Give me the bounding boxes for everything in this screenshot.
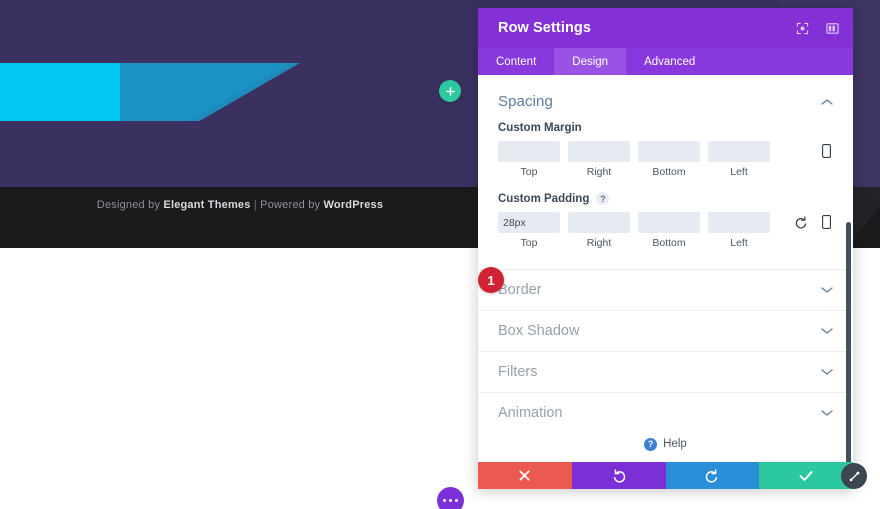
padding-top-sublabel: Top [520, 237, 538, 249]
modal-header: Row Settings [478, 8, 853, 48]
redo-button[interactable] [665, 462, 760, 489]
dot-icon [442, 498, 447, 503]
padding-right-sublabel: Right [586, 237, 612, 249]
padding-left-input[interactable] [708, 212, 770, 233]
padding-bottom-input[interactable] [638, 212, 700, 233]
chevron-up-icon[interactable] [821, 96, 833, 108]
hero-shape-rect [0, 63, 120, 121]
chevron-down-icon[interactable] [821, 284, 833, 296]
chevron-down-icon[interactable] [821, 407, 833, 419]
step-badge-1: 1 [478, 267, 504, 293]
footer-credit-separator: | [250, 199, 261, 211]
accordion-box-shadow-label: Box Shadow [498, 323, 580, 339]
dot-icon [454, 498, 459, 503]
undo-icon [613, 468, 625, 483]
padding-bottom-wrap: Bottom [638, 212, 700, 249]
save-button[interactable] [759, 462, 853, 489]
screen-root: Designed by Elegant Themes | Powered by … [0, 0, 880, 509]
custom-padding-label-row: Custom Padding ? [498, 192, 833, 205]
padding-left-wrap: Left [708, 212, 770, 249]
undo-button[interactable] [571, 462, 666, 489]
padding-top-wrap: Top [498, 212, 560, 249]
margin-right-sublabel: Right [586, 166, 612, 178]
tab-content[interactable]: Content [478, 48, 554, 75]
spacing-section-title: Spacing [498, 93, 553, 110]
margin-left-wrap: Left [708, 141, 770, 178]
footer-credit-middle: Powered by [260, 199, 324, 211]
accordion-border-label: Border [498, 282, 542, 298]
custom-margin-label-row: Custom Margin [498, 122, 833, 134]
accordion-filters-label: Filters [498, 364, 538, 380]
modal-title: Row Settings [498, 20, 592, 36]
footer-credit-brand[interactable]: Elegant Themes [163, 199, 250, 211]
settings-scroll-area: Spacing Custom Margin Top Right Bottom L… [478, 75, 853, 462]
modal-header-actions [795, 21, 839, 35]
margin-right-wrap: Right [568, 141, 630, 178]
chevron-down-icon[interactable] [821, 366, 833, 378]
layout-columns-icon[interactable] [825, 21, 839, 35]
margin-top-wrap: Top [498, 141, 560, 178]
custom-margin-tools [819, 141, 833, 158]
resize-diagonal-icon [849, 471, 859, 481]
help-question-icon[interactable]: ? [596, 192, 610, 205]
modal-action-bar [478, 462, 853, 489]
custom-padding-group: Custom Padding ? Top Right [478, 180, 853, 251]
modal-tabs: Content Design Advanced [478, 48, 853, 75]
add-row-button[interactable] [439, 80, 461, 102]
close-icon [519, 470, 530, 481]
accordion-animation-label: Animation [498, 405, 563, 421]
custom-padding-label: Custom Padding [498, 192, 590, 205]
margin-top-sublabel: Top [520, 166, 538, 178]
custom-padding-inputs: Top Right Bottom Left [498, 212, 833, 249]
responsive-icon[interactable] [819, 215, 833, 229]
footer-credit-prefix: Designed by [96, 199, 164, 211]
tab-design[interactable]: Design [554, 48, 627, 75]
panel-scrollbar[interactable] [846, 222, 851, 462]
margin-left-input[interactable] [708, 141, 770, 162]
page-settings-button[interactable] [437, 487, 464, 509]
margin-right-input[interactable] [568, 141, 630, 162]
dot-icon [448, 498, 453, 503]
help-row: ? Help [478, 426, 853, 462]
accordion-box-shadow[interactable]: Box Shadow [478, 310, 853, 351]
discard-button[interactable] [478, 462, 572, 489]
margin-top-input[interactable] [498, 141, 560, 162]
modal-body: Spacing Custom Margin Top Right Bottom L… [478, 75, 853, 462]
check-icon [799, 470, 813, 481]
help-link[interactable]: Help [663, 438, 687, 450]
padding-right-input[interactable] [568, 212, 630, 233]
spacing-section-header[interactable]: Spacing [478, 75, 853, 116]
footer-credit: Designed by Elegant Themes | Powered by … [0, 199, 480, 211]
padding-right-wrap: Right [568, 212, 630, 249]
footer-credit-brand2[interactable]: WordPress [324, 199, 384, 211]
accordion-border[interactable]: Border [478, 269, 853, 310]
padding-left-sublabel: Left [730, 237, 748, 249]
responsive-icon[interactable] [819, 144, 833, 158]
resize-handle[interactable] [841, 463, 867, 489]
custom-margin-inputs: Top Right Bottom Left [498, 141, 833, 178]
padding-top-input[interactable] [498, 212, 560, 233]
margin-bottom-sublabel: Bottom [652, 166, 686, 178]
margin-bottom-wrap: Bottom [638, 141, 700, 178]
reset-icon[interactable] [794, 215, 808, 229]
accordion-filters[interactable]: Filters [478, 351, 853, 392]
chevron-down-icon[interactable] [821, 325, 833, 337]
help-circle-icon: ? [644, 437, 658, 451]
plus-icon [445, 86, 455, 96]
row-settings-modal: Row Settings Content Design Advanced Spa… [478, 8, 867, 489]
margin-bottom-input[interactable] [638, 141, 700, 162]
custom-padding-tools [794, 212, 833, 229]
redo-icon [706, 468, 718, 483]
tab-advanced[interactable]: Advanced [626, 48, 713, 75]
margin-left-sublabel: Left [730, 166, 748, 178]
padding-bottom-sublabel: Bottom [652, 237, 686, 249]
target-icon[interactable] [795, 21, 809, 35]
custom-margin-label: Custom Margin [498, 122, 582, 134]
custom-margin-group: Custom Margin Top Right Bottom Left [478, 116, 853, 180]
